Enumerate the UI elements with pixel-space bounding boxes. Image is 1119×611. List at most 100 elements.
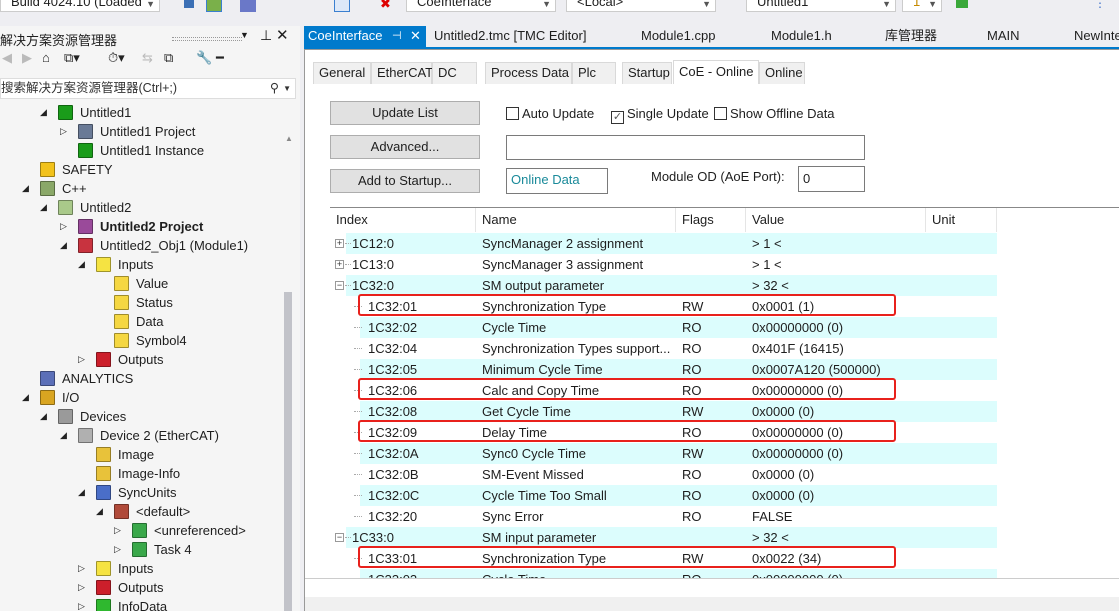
tab-ethercat[interactable]: EtherCAT xyxy=(371,62,433,84)
filter-input[interactable] xyxy=(506,135,865,160)
column-header-value[interactable]: Value xyxy=(746,208,926,232)
expand-arrow-icon[interactable]: ▷ xyxy=(60,122,72,141)
sync-icon[interactable]: ⇆ xyxy=(142,50,153,66)
activate-config-icon[interactable] xyxy=(206,0,222,12)
table-row[interactable]: 1C33:02 Cycle Time RO 0x00000000 (0) xyxy=(330,569,997,578)
tab-untitled2-tmc[interactable]: Untitled2.tmc [TMC Editor] xyxy=(434,26,586,48)
advanced-button[interactable]: Advanced... xyxy=(330,135,480,159)
tree-item[interactable]: ▷ InfoData xyxy=(78,597,167,611)
restart-icon[interactable] xyxy=(240,0,256,12)
login-icon[interactable] xyxy=(956,0,968,8)
tree-item[interactable]: ▷ Task 4 xyxy=(114,540,192,559)
tab-dc[interactable]: DC xyxy=(432,62,477,84)
table-row[interactable]: 1C32:0A Sync0 Cycle Time RW 0x00000000 (0) xyxy=(330,443,997,464)
tree-item[interactable]: Symbol4 xyxy=(114,331,187,350)
close-icon[interactable]: ✕ xyxy=(410,26,421,46)
expand-arrow-icon[interactable]: ▷ xyxy=(60,217,72,236)
table-row[interactable]: 1C32:05 Minimum Cycle Time RO 0x0007A120 (5… xyxy=(330,359,997,380)
collapse-node-icon[interactable]: − xyxy=(335,281,344,290)
tree-item[interactable]: ◢ C++ xyxy=(22,179,87,198)
expand-arrow-icon[interactable]: ▷ xyxy=(78,578,90,597)
preview-icon[interactable]: ━ xyxy=(216,50,224,66)
tree-item[interactable]: ◢ I/O xyxy=(22,388,79,407)
tree-item[interactable]: Data xyxy=(114,312,163,331)
collapse-arrow-icon[interactable]: ◢ xyxy=(60,426,72,445)
collapse-arrow-icon[interactable]: ◢ xyxy=(40,198,52,217)
tree-item[interactable]: ◢ <default> xyxy=(96,502,190,521)
collapse-node-icon[interactable]: − xyxy=(335,533,344,542)
forward-icon[interactable]: ▶ xyxy=(22,50,32,66)
tree-item[interactable]: ◢ SyncUnits xyxy=(78,483,177,502)
table-row[interactable]: 1C32:0C Cycle Time Too Small RO 0x0000 (0) xyxy=(330,485,997,506)
tree-item[interactable]: Image xyxy=(96,445,154,464)
target-combo[interactable]: <Local> ▼ xyxy=(566,0,716,12)
expand-arrow-icon[interactable]: ▷ xyxy=(114,521,126,540)
build-version-combo[interactable]: Build 4024.10 (Loaded ▼ xyxy=(0,0,160,12)
tree-item[interactable]: ◢ Devices xyxy=(40,407,126,426)
switch-views-icon[interactable]: ⧉▾ xyxy=(64,50,80,66)
collapse-arrow-icon[interactable]: ◢ xyxy=(22,388,34,407)
tab-newinterface[interactable]: NewInte xyxy=(1074,26,1119,48)
tree-item[interactable]: ANALYTICS xyxy=(40,369,133,388)
home-icon[interactable]: ⌂ xyxy=(42,50,50,65)
config-combo[interactable]: Untitled1 ▼ xyxy=(746,0,896,12)
tree-item[interactable]: ◢ Untitled2_Obj1 (Module1) xyxy=(60,236,248,255)
tree-item[interactable]: ◢ Untitled2 xyxy=(40,198,131,217)
add-to-startup-button[interactable]: Add to Startup... xyxy=(330,169,480,193)
pin-icon[interactable]: ⊥ xyxy=(260,27,272,44)
search-input[interactable]: 搜索解决方案资源管理器(Ctrl+;) ⚲ ▼ xyxy=(0,78,296,99)
tab-library-manager[interactable]: 库管理器 xyxy=(885,26,937,48)
tab-coe-online[interactable]: CoE - Online xyxy=(673,60,759,84)
tab-module1-h[interactable]: Module1.h xyxy=(771,26,832,48)
tree-item[interactable]: Status xyxy=(114,293,173,312)
tab-plc[interactable]: Plc xyxy=(572,62,616,84)
tree-item[interactable]: ▷ Inputs xyxy=(78,559,153,578)
close-icon[interactable]: ✕ xyxy=(276,26,289,44)
collapse-arrow-icon[interactable]: ◢ xyxy=(78,483,90,502)
grid-icon[interactable] xyxy=(184,0,194,8)
tab-general[interactable]: General xyxy=(313,62,371,84)
pending-changes-icon[interactable]: ⏱▾ xyxy=(108,50,125,66)
collapse-arrow-icon[interactable]: ◢ xyxy=(78,255,90,274)
update-list-button[interactable]: Update List xyxy=(330,101,480,125)
tree-item[interactable]: ▷ Outputs xyxy=(78,578,164,597)
tab-module1-cpp[interactable]: Module1.cpp xyxy=(641,26,715,48)
tab-online[interactable]: Online xyxy=(759,62,805,84)
breakpoint-icon[interactable]: ⋮ xyxy=(1094,0,1110,12)
single-update-checkbox[interactable]: ✓ Single Update xyxy=(611,107,709,124)
pin-icon[interactable]: ⊣ xyxy=(392,26,402,46)
table-row[interactable]: 1C32:0B SM-Event Missed RO 0x0000 (0) xyxy=(330,464,997,485)
expand-arrow-icon[interactable]: ▷ xyxy=(78,559,90,578)
expand-arrow-icon[interactable]: ▷ xyxy=(78,597,90,611)
drag-grip[interactable] xyxy=(172,37,242,41)
expand-node-icon[interactable]: + xyxy=(335,239,344,248)
scan-icon[interactable] xyxy=(334,0,350,12)
tree-item[interactable]: ▷ Untitled2 Project xyxy=(60,217,203,236)
tab-startup[interactable]: Startup xyxy=(622,62,672,84)
tree-item[interactable]: ◢ Device 2 (EtherCAT) xyxy=(60,426,219,445)
chevron-down-icon[interactable]: ▼ xyxy=(283,79,291,98)
search-icon[interactable]: ⚲ xyxy=(270,79,279,98)
number-combo[interactable]: 1 ▼ xyxy=(902,0,942,12)
tab-process-data[interactable]: Process Data xyxy=(485,62,572,84)
show-offline-data-checkbox[interactable]: Show Offline Data xyxy=(714,107,835,121)
table-row[interactable]: 1C32:20 Sync Error RO FALSE xyxy=(330,506,997,527)
column-header-index[interactable]: Index xyxy=(330,208,476,232)
tree-item[interactable]: SAFETY xyxy=(40,160,113,179)
column-header-flags[interactable]: Flags xyxy=(676,208,746,232)
tree-item[interactable]: Image-Info xyxy=(96,464,180,483)
expand-node-icon[interactable]: + xyxy=(335,260,344,269)
table-row[interactable]: 1C32:02 Cycle Time RO 0x00000000 (0) xyxy=(330,317,997,338)
scroll-up-icon[interactable]: ▲ xyxy=(285,134,293,143)
table-row[interactable]: −1C32:0 SM output parameter > 32 < xyxy=(330,275,997,296)
dropdown-icon[interactable]: ▼ xyxy=(240,30,249,40)
collapse-arrow-icon[interactable]: ◢ xyxy=(96,502,108,521)
table-row[interactable]: −1C33:0 SM input parameter > 32 < xyxy=(330,527,997,548)
tree-item[interactable]: ▷ Untitled1 Project xyxy=(60,122,195,141)
collapse-arrow-icon[interactable]: ◢ xyxy=(22,179,34,198)
tab-main[interactable]: MAIN xyxy=(987,26,1020,48)
table-row[interactable]: 1C32:04 Synchronization Types support... R… xyxy=(330,338,997,359)
column-header-name[interactable]: Name xyxy=(476,208,676,232)
back-icon[interactable]: ◀ xyxy=(2,50,12,66)
disconnect-icon[interactable]: ✖ xyxy=(380,0,396,12)
